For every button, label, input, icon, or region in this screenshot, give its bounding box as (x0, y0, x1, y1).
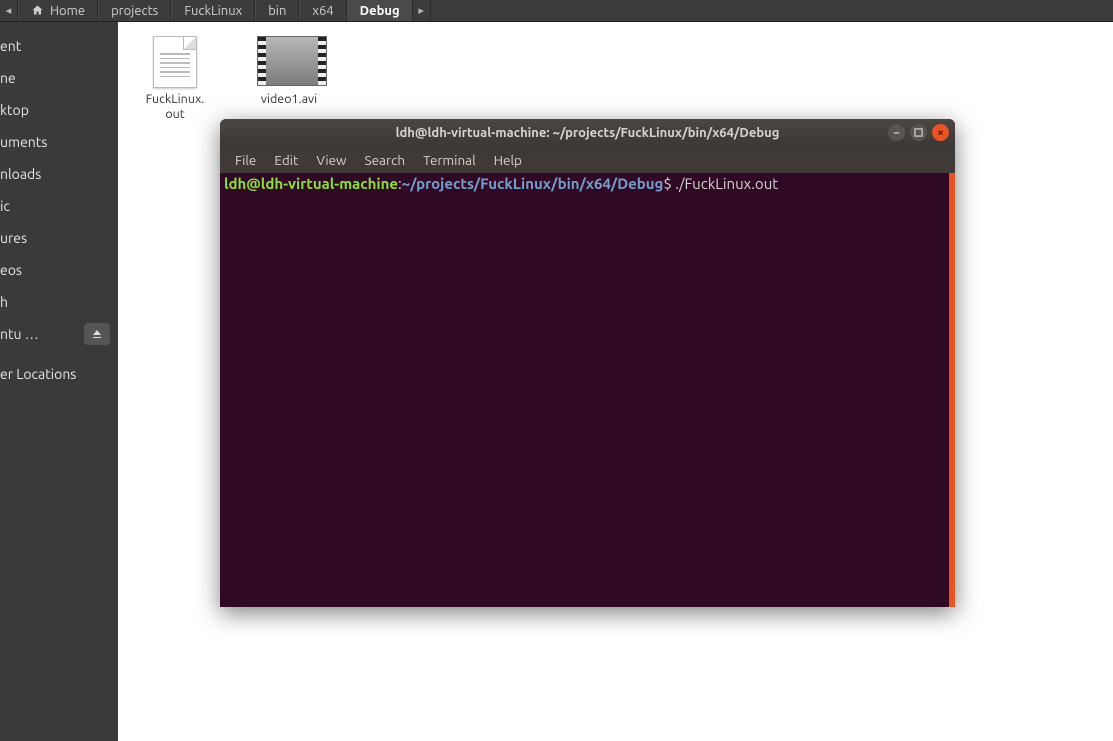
minimize-icon: – (894, 127, 900, 139)
breadcrumb-label: x64 (312, 4, 333, 18)
sidebar-item-label: ktop (0, 102, 29, 118)
sidebar-item-label: ent (0, 38, 21, 54)
close-icon: × (937, 127, 943, 139)
sidebar-item[interactable]: ktop (0, 94, 118, 126)
sidebar-item-removable[interactable]: ntu … (0, 318, 118, 350)
video-file-icon (257, 36, 321, 86)
terminal-title: ldh@ldh-virtual-machine: ~/projects/Fuck… (396, 126, 780, 140)
minimize-button[interactable]: – (888, 124, 905, 141)
breadcrumb-home[interactable]: Home (18, 0, 98, 21)
file-label: video1.avi (246, 92, 332, 107)
menu-view[interactable]: View (307, 152, 355, 168)
sidebar-item-other-locations[interactable]: er Locations (0, 358, 118, 390)
breadcrumb-label: FuckLinux (184, 4, 242, 18)
breadcrumb-label: projects (111, 4, 158, 18)
sidebar-item[interactable]: ic (0, 190, 118, 222)
close-button[interactable]: × (932, 124, 949, 141)
breadcrumb-item-bin[interactable]: bin (255, 0, 299, 21)
breadcrumb-label: Home (50, 4, 85, 18)
terminal-titlebar[interactable]: ldh@ldh-virtual-machine: ~/projects/Fuck… (220, 119, 955, 147)
sidebar-item-label: er Locations (0, 366, 76, 382)
breadcrumb-item-projects[interactable]: projects (98, 0, 171, 21)
eject-icon[interactable] (84, 323, 110, 345)
sidebar-item[interactable]: h (0, 286, 118, 318)
breadcrumb-item-x64[interactable]: x64 (299, 0, 346, 21)
sidebar-item[interactable]: ures (0, 222, 118, 254)
menu-search[interactable]: Search (356, 152, 415, 168)
terminal-window[interactable]: ldh@ldh-virtual-machine: ~/projects/Fuck… (220, 119, 955, 607)
maximize-button[interactable] (910, 124, 927, 141)
sidebar-item[interactable]: ne (0, 62, 118, 94)
breadcrumb-label: Debug (360, 4, 400, 18)
text-file-icon (143, 36, 207, 86)
prompt-userhost: ldh@ldh-virtual-machine (224, 175, 398, 192)
window-buttons: – × (888, 124, 949, 141)
sidebar-item-label: eos (0, 262, 22, 278)
maximize-icon (914, 128, 923, 137)
sidebar-item-label: ures (0, 230, 27, 246)
menu-terminal[interactable]: Terminal (414, 152, 485, 168)
sidebar-item-label: nloads (0, 166, 41, 182)
menu-file[interactable]: File (226, 152, 265, 168)
breadcrumb: ◂ Home projects FuckLinux bin x64 Debug … (0, 0, 1113, 22)
breadcrumb-item-fucklinux[interactable]: FuckLinux (171, 0, 255, 21)
breadcrumb-forward-icon[interactable]: ▸ (413, 0, 431, 21)
command-text: ./FuckLinux.out (672, 175, 778, 192)
sidebar-item[interactable]: uments (0, 126, 118, 158)
file-label: FuckLinux. out (132, 92, 218, 122)
sidebar-item-label: h (0, 294, 8, 310)
breadcrumb-item-debug[interactable]: Debug (347, 0, 413, 21)
sidebar-item[interactable]: ent (0, 30, 118, 62)
prompt-path: ~/projects/FuckLinux/bin/x64/Debug (402, 175, 664, 192)
sidebar-item-label: uments (0, 134, 47, 150)
sidebar: ent ne ktop uments nloads ic ures eos h … (0, 22, 118, 741)
menu-help[interactable]: Help (485, 152, 531, 168)
file-item-out[interactable]: FuckLinux. out (132, 36, 218, 122)
sidebar-item-label: ic (0, 198, 10, 214)
home-icon (31, 4, 44, 19)
breadcrumb-label: bin (268, 4, 286, 18)
terminal-body[interactable]: ldh@ldh-virtual-machine:~/projects/FuckL… (220, 173, 955, 607)
terminal-menubar: File Edit View Search Terminal Help (220, 147, 955, 173)
sidebar-item[interactable]: nloads (0, 158, 118, 190)
prompt-dollar: $ (663, 175, 671, 192)
menu-edit[interactable]: Edit (265, 152, 307, 168)
sidebar-item[interactable]: eos (0, 254, 118, 286)
sidebar-item-label: ne (0, 70, 16, 86)
file-item-video[interactable]: video1.avi (246, 36, 332, 122)
sidebar-item-label: ntu … (0, 326, 39, 342)
breadcrumb-back-icon[interactable]: ◂ (0, 0, 18, 21)
